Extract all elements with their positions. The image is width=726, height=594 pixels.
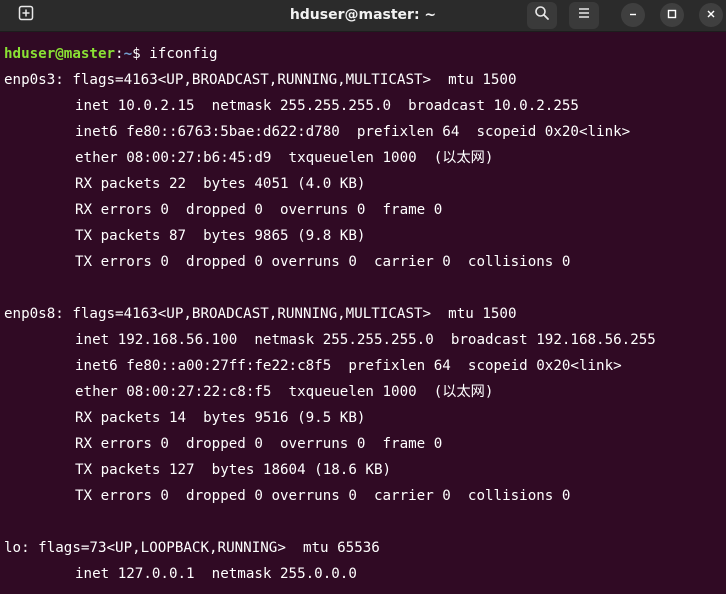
prompt-path: ~ <box>123 46 133 62</box>
close-icon <box>706 6 716 24</box>
iface-tx-errors-enp0s8: TX errors 0 dropped 0 overruns 0 carrier… <box>75 488 571 504</box>
iface-inet-enp0s3: inet 10.0.2.15 netmask 255.255.255.0 bro… <box>75 98 579 114</box>
iface-inet-lo: inet 127.0.0.1 netmask 255.0.0.0 <box>75 566 357 582</box>
iface-rx-packets-enp0s3: RX packets 22 bytes 4051 (4.0 KB) <box>75 176 366 192</box>
iface-header-enp0s8: enp0s8: flags=4163<UP,BROADCAST,RUNNING,… <box>4 306 517 322</box>
maximize-button[interactable] <box>660 3 684 27</box>
iface-rx-errors-enp0s8: RX errors 0 dropped 0 overruns 0 frame 0 <box>75 436 443 452</box>
iface-rx-errors-enp0s3: RX errors 0 dropped 0 overruns 0 frame 0 <box>75 202 443 218</box>
iface-header-enp0s3: enp0s3: flags=4163<UP,BROADCAST,RUNNING,… <box>4 72 517 88</box>
terminal-window: hduser@master: ~ hduser@master:~$ ifconf… <box>0 0 726 594</box>
iface-inet6-enp0s8: inet6 fe80::a00:27ff:fe22:c8f5 prefixlen… <box>75 358 622 374</box>
menu-button[interactable] <box>569 2 599 29</box>
close-button[interactable] <box>699 3 723 27</box>
iface-tx-errors-enp0s3: TX errors 0 dropped 0 overruns 0 carrier… <box>75 254 571 270</box>
iface-rx-packets-enp0s8: RX packets 14 bytes 9516 (9.5 KB) <box>75 410 366 426</box>
iface-ether-enp0s8: ether 08:00:27:22:c8:f5 txqueuelen 1000 … <box>75 384 494 400</box>
maximize-icon <box>667 6 677 24</box>
minimize-button[interactable] <box>621 3 645 27</box>
prompt-colon: : <box>115 46 124 62</box>
iface-ether-enp0s3: ether 08:00:27:b6:45:d9 txqueuelen 1000 … <box>75 150 494 166</box>
iface-inet-enp0s8: inet 192.168.56.100 netmask 255.255.255.… <box>75 332 656 348</box>
search-button[interactable] <box>527 2 557 29</box>
terminal-output[interactable]: hduser@master:~$ ifconfig enp0s3: flags=… <box>0 32 726 594</box>
prompt-user-host: hduser@master <box>4 46 116 62</box>
iface-header-lo: lo: flags=73<UP,LOOPBACK,RUNNING> mtu 65… <box>4 540 380 556</box>
minimize-icon <box>628 6 638 24</box>
search-icon <box>534 5 550 26</box>
command-text: ifconfig <box>149 46 218 62</box>
iface-tx-packets-enp0s8: TX packets 127 bytes 18604 (18.6 KB) <box>75 462 392 478</box>
hamburger-menu-icon <box>577 6 591 25</box>
prompt-symbol: $ <box>132 46 150 62</box>
title-bar: hduser@master: ~ <box>0 0 726 32</box>
window-title: hduser@master: ~ <box>289 7 437 23</box>
iface-tx-packets-enp0s3: TX packets 87 bytes 9865 (9.8 KB) <box>75 228 366 244</box>
prompt-line: hduser@master:~$ ifconfig <box>0 41 726 67</box>
iface-inet6-enp0s3: inet6 fe80::6763:5bae:d622:d780 prefixle… <box>75 124 631 140</box>
